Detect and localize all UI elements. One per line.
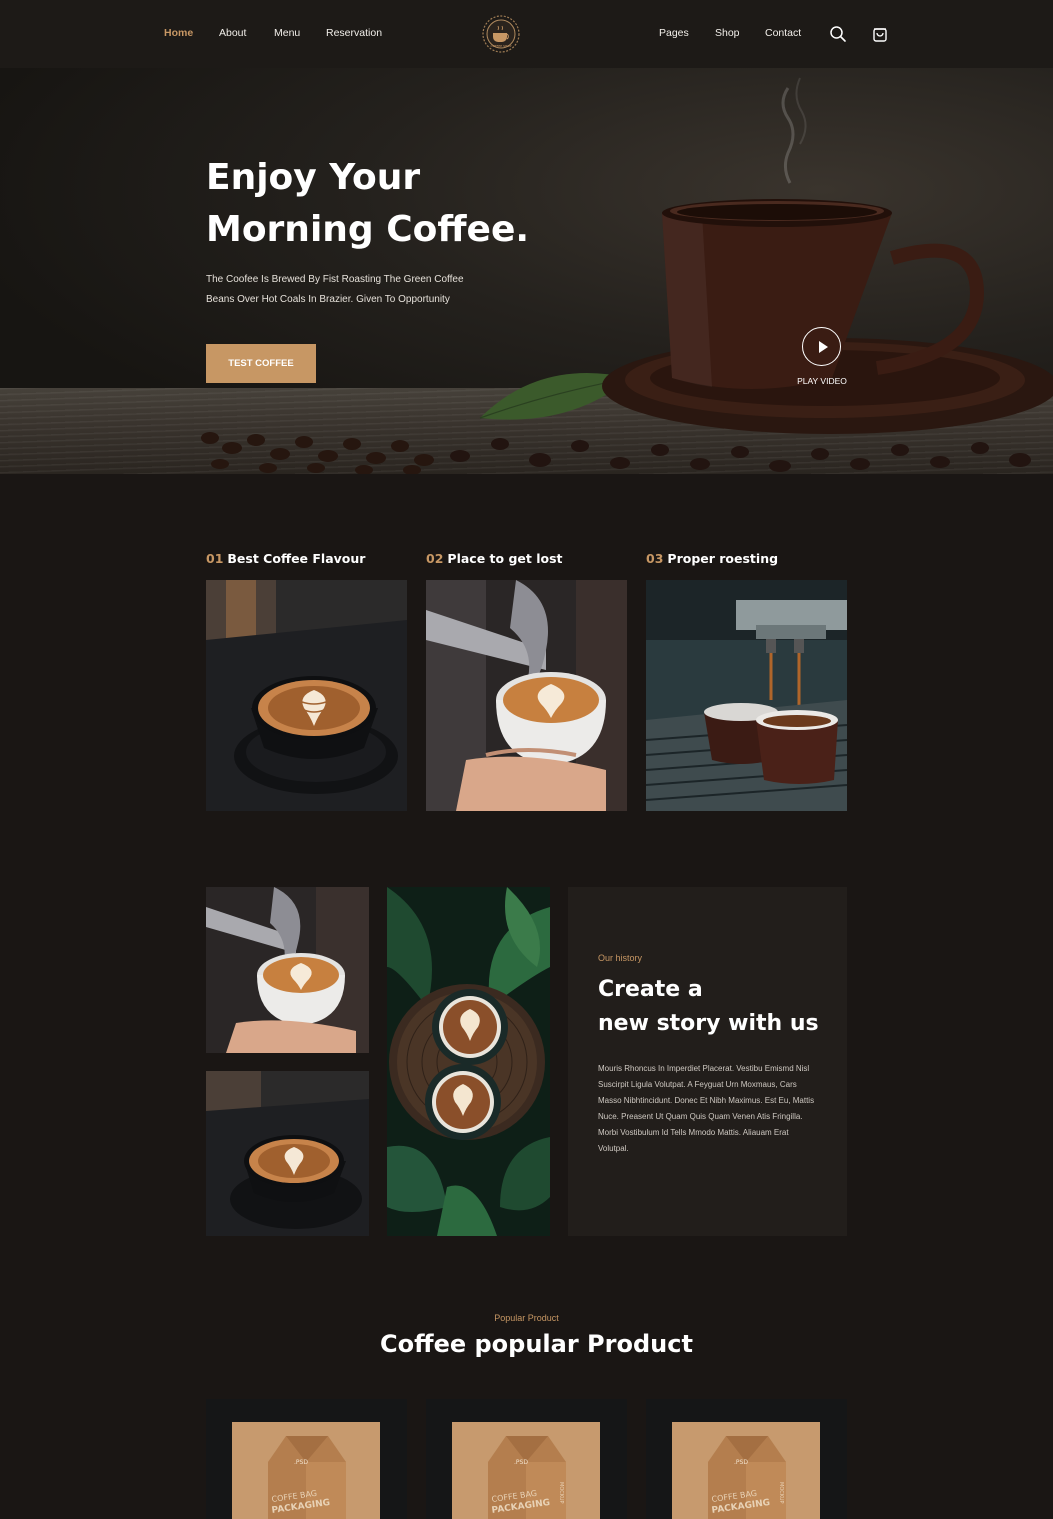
- search-icon[interactable]: [829, 25, 847, 43]
- products-title: Coffee popular Product: [380, 1330, 693, 1358]
- product-image: .PSD COFFE BAG PACKAGING MOCKUP: [452, 1422, 600, 1519]
- feature-number: 01: [206, 551, 224, 566]
- top-navbar: Home About Menu Reservation COFFEE SHOP …: [0, 0, 1053, 68]
- story-image-latte-pour: [206, 887, 369, 1053]
- coffee-beans-image: [201, 432, 434, 474]
- feature-number: 03: [646, 551, 664, 566]
- nav-home[interactable]: Home: [164, 27, 193, 39]
- story-title: Create a new story with us: [598, 973, 838, 1041]
- bag-tag: .PSD: [514, 1459, 528, 1466]
- hero-subtitle-line1: The Coofee Is Brewed By Fist Roasting Th…: [206, 274, 464, 285]
- story-kicker: Our history: [598, 953, 643, 963]
- product-image: .PSD COFFE BAG PACKAGING: [232, 1422, 380, 1519]
- logo-text: COFFEE SHOP: [491, 44, 512, 48]
- product-card-2[interactable]: .PSD COFFE BAG PACKAGING MOCKUP: [426, 1399, 627, 1519]
- cart-icon[interactable]: [871, 25, 889, 43]
- hero-coffee-cup-image: [450, 77, 1053, 472]
- story-title-line2: new story with us: [598, 1011, 819, 1036]
- products-kicker: Popular Product: [494, 1313, 559, 1323]
- feature-title: Proper roesting: [667, 551, 779, 566]
- play-video-label[interactable]: PLAY VIDEO: [790, 376, 854, 386]
- bag-side-text: MOCKUP: [778, 1482, 784, 1504]
- feature-image-latte-pour: [426, 580, 627, 811]
- hero-subtitle-line2: Beans Over Hot Coals In Brazier. Given T…: [206, 294, 450, 305]
- bag-tag: .PSD: [734, 1459, 748, 1466]
- feature-title: Place to get lost: [447, 551, 563, 566]
- story-card: Our history Create a new story with us M…: [568, 887, 847, 1236]
- feature-title: Best Coffee Flavour: [227, 551, 366, 566]
- hero-subtitle: The Coofee Is Brewed By Fist Roasting Th…: [206, 270, 506, 310]
- nav-contact[interactable]: Contact: [765, 27, 801, 39]
- hero-title-line2: Morning Coffee.: [206, 209, 530, 250]
- story-image-two-lattes-plants: [387, 887, 550, 1236]
- hero-title-line1: Enjoy Your: [206, 157, 421, 198]
- story-title-line1: Create a: [598, 977, 703, 1002]
- nav-reservation[interactable]: Reservation: [326, 27, 382, 39]
- story-body: Mouris Rhoncus In Imperdiet Placerat. Ve…: [598, 1064, 815, 1153]
- nav-menu[interactable]: Menu: [274, 27, 300, 39]
- hero-title: Enjoy Your Morning Coffee.: [206, 152, 566, 256]
- feature-heading-2: 02 Place to get lost: [426, 551, 562, 566]
- play-icon[interactable]: [802, 327, 841, 366]
- product-card-1[interactable]: .PSD COFFE BAG PACKAGING: [206, 1399, 407, 1519]
- bag-side-text: MOCKUP: [558, 1482, 564, 1504]
- feature-heading-1: 01 Best Coffee Flavour: [206, 551, 365, 566]
- product-image: .PSD COFFE BAG PACKAGING MOCKUP: [672, 1422, 820, 1519]
- feature-heading-3: 03 Proper roesting: [646, 551, 778, 566]
- nav-shop[interactable]: Shop: [715, 27, 740, 39]
- hero-section: Enjoy Your Morning Coffee. The Coofee Is…: [0, 68, 1053, 474]
- product-card-3[interactable]: .PSD COFFE BAG PACKAGING MOCKUP: [646, 1399, 847, 1519]
- nav-pages[interactable]: Pages: [659, 27, 689, 39]
- nav-about[interactable]: About: [219, 27, 246, 39]
- feature-number: 02: [426, 551, 444, 566]
- bag-tag: .PSD: [294, 1459, 308, 1466]
- coffee-shop-logo[interactable]: COFFEE SHOP: [480, 14, 522, 54]
- feature-image-latte-tray: [206, 580, 407, 811]
- feature-image-espresso-machine: [646, 580, 847, 811]
- test-coffee-button[interactable]: TEST COFFEE: [206, 344, 316, 383]
- story-image-latte-tray: [206, 1071, 369, 1236]
